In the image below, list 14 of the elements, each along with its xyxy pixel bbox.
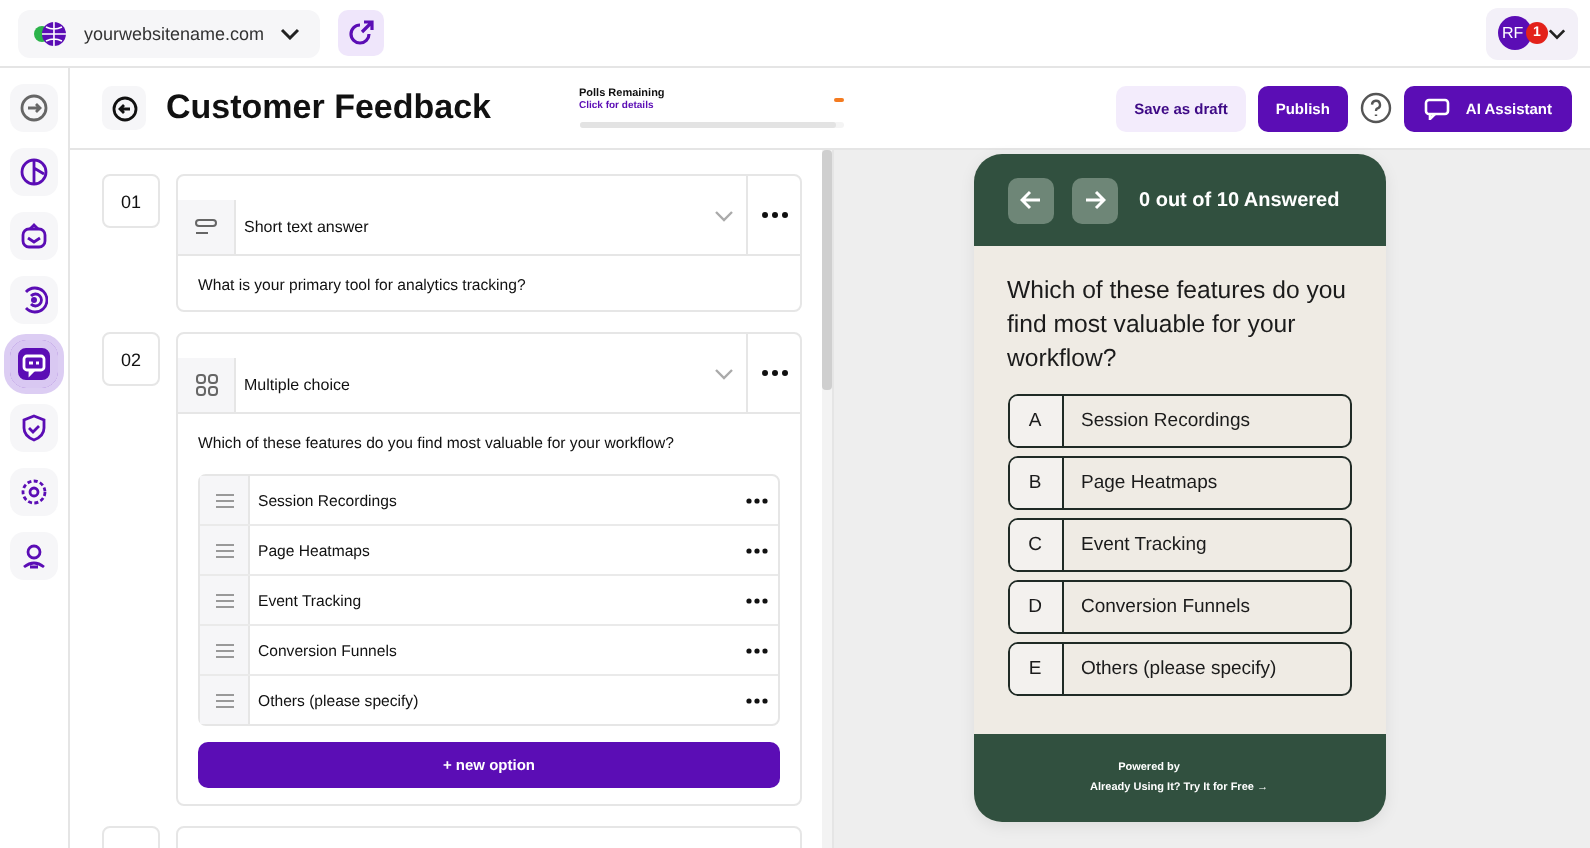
question-type: Short text answer (244, 218, 371, 236)
site-selector[interactable]: yourwebsitename.com (18, 9, 320, 57)
answer-option[interactable]: D Conversion Funnels (1007, 580, 1351, 634)
question-number: 02 (102, 332, 160, 386)
avatar: RF (1498, 16, 1532, 50)
preview-question: Which of these features do you find most valuable for your workflow? (1007, 274, 1349, 376)
answer-option[interactable]: B Page Heatmaps (1007, 456, 1351, 510)
answer-option[interactable]: A Session Recordings (1007, 394, 1351, 448)
question-number: 01 (102, 174, 160, 228)
question-type: Multiple choice (244, 376, 352, 394)
answer-option[interactable]: E Others (please specify) (1007, 642, 1351, 696)
page-title: Customer Feedback (166, 88, 491, 128)
answer-option[interactable]: C Event Tracking (1007, 518, 1351, 572)
progress-text: 0 out of 10 Answered (1139, 189, 1340, 211)
